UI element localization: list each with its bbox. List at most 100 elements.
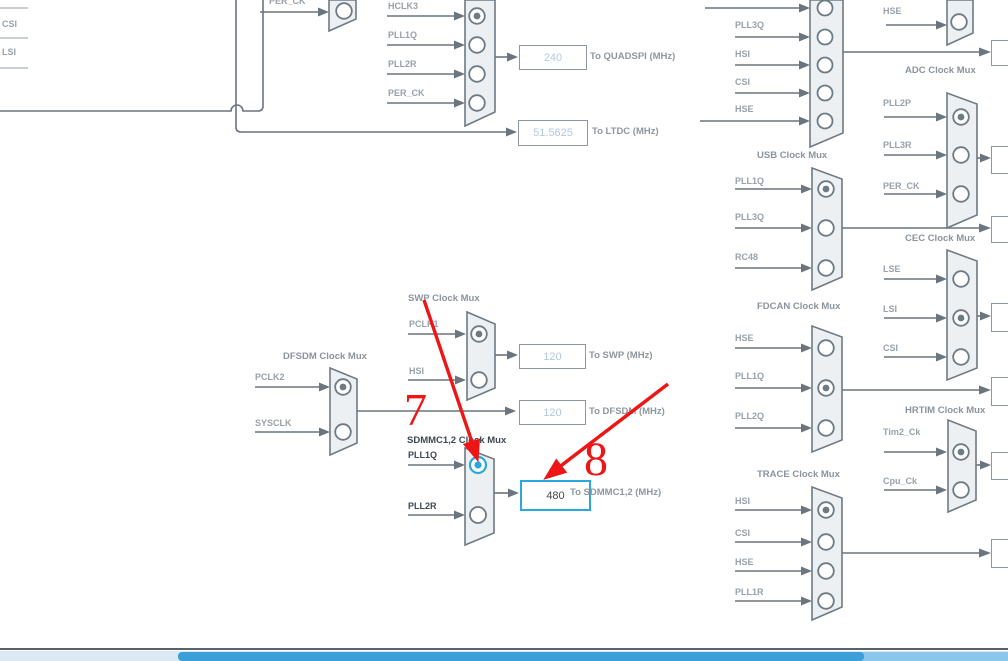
routing-wires: [0, 0, 506, 132]
quadspi-radio-perck[interactable]: [469, 95, 485, 111]
dfsdm-freq-value: 120: [543, 407, 561, 419]
peripheral-radio-hsi[interactable]: [818, 58, 833, 73]
fdcan-radio-pll2q[interactable]: [818, 420, 834, 436]
cec-input-label-lse: LSE: [883, 264, 901, 274]
perck-top-radio[interactable]: [336, 3, 352, 19]
ltdc-freq-input[interactable]: 51.5625: [518, 120, 588, 146]
fdcan-input-label-pll1q: PLL1Q: [735, 371, 764, 381]
peripheral-input-label-pll3q: PLL3Q: [735, 20, 764, 30]
usb-input-label-pll1q: PLL1Q: [735, 176, 764, 186]
quadspi-input-label-hclk3: HCLK3: [388, 1, 418, 11]
trace-radio-hse[interactable]: [818, 563, 834, 579]
trace-input-label-csi: CSI: [735, 528, 750, 538]
sdmmc-radio-pll1q-dot: [474, 461, 481, 468]
peripheral-radio-0[interactable]: [818, 1, 833, 16]
dfsdm-radio-sysclk[interactable]: [335, 424, 351, 440]
quadspi-input-label-perck: PER_CK: [388, 88, 425, 98]
dfsdm-mux-title: DFSDM Clock Mux: [283, 351, 367, 362]
freq-box-partial-2[interactable]: [991, 146, 1008, 174]
cec-radio-lse[interactable]: [953, 271, 969, 287]
dfsdm-input-label-sysclk: SYSCLK: [255, 418, 292, 428]
adc-input-label-pll3r: PLL3R: [883, 140, 912, 150]
sdmmc-freq-value: 480: [546, 490, 564, 502]
sdmmc-input-label-pll2r: PLL2R: [408, 501, 437, 511]
adc-radio-perck[interactable]: [953, 186, 969, 202]
quadspi-freq-value: 240: [544, 52, 562, 64]
swp-input-label-pclk1: PCLK1: [409, 319, 439, 329]
usb-input-label-rc48: RC48: [735, 252, 758, 262]
trace-input-label-pll1r: PLL1R: [735, 587, 764, 597]
usb-mux-title: USB Clock Mux: [757, 150, 827, 161]
usb-radio-pll3q[interactable]: [818, 220, 834, 236]
usb-wires: [735, 189, 979, 268]
usb-input-label-pll3q: PLL3Q: [735, 212, 764, 222]
cec-input-label-lsi: LSI: [883, 304, 897, 314]
sdmmc-input-label-pll1q: PLL1Q: [408, 450, 437, 460]
quadspi-output-label: To QUADSPI (MHz): [590, 51, 675, 62]
peripheral-radio-hse[interactable]: [818, 114, 833, 129]
quadspi-radio-pll2r[interactable]: [469, 66, 485, 82]
fdcan-input-label-hse: HSE: [735, 333, 754, 343]
sdmmc-radio-pll2r[interactable]: [470, 507, 486, 523]
freq-box-partial-3[interactable]: [991, 216, 1008, 243]
quadspi-input-label-pll1q: PLL1Q: [388, 30, 417, 40]
fdcan-radio-hse[interactable]: [818, 340, 834, 356]
horizontal-scrollbar-thumb-light[interactable]: [855, 652, 1008, 661]
statusbar-divider: [0, 648, 1008, 650]
annotation-number-8: 8: [584, 432, 608, 487]
usb-radio-rc48[interactable]: [818, 260, 834, 276]
freq-box-partial-4[interactable]: [991, 303, 1008, 332]
dfsdm-output-label: To DFSDM (MHz): [589, 406, 665, 417]
ltdc-freq-value: 51.5625: [533, 127, 573, 139]
swp-input-label-hsi: HSI: [409, 366, 424, 376]
arrowhead-perck-top: [318, 8, 329, 17]
sdmmc-mux-title: SDMMC1,2 Clock Mux: [407, 435, 506, 446]
left-rail-label-lsi: LSI: [2, 47, 16, 57]
peripheral-input-label-csi: CSI: [735, 77, 750, 87]
arrowhead-ltdc: [506, 128, 517, 137]
peripheral-radio-pll3q[interactable]: [818, 30, 833, 45]
adc-top-radio-hse[interactable]: [951, 14, 967, 30]
dfsdm-freq-input[interactable]: 120: [519, 400, 586, 425]
horizontal-scrollbar-thumb[interactable]: [178, 652, 864, 661]
cec-radio-csi[interactable]: [953, 349, 969, 365]
cec-input-label-csi: CSI: [883, 343, 898, 353]
left-rail-label-csi: CSI: [2, 19, 17, 29]
swp-freq-input[interactable]: 120: [519, 344, 586, 369]
swp-freq-value: 120: [543, 351, 561, 363]
annotation-number-7: 7: [404, 383, 427, 436]
hrtim-input-label-tim2ck: Tim2_Ck: [883, 427, 920, 437]
fdcan-mux-title: FDCAN Clock Mux: [757, 301, 840, 312]
swp-radio-hsi[interactable]: [471, 372, 487, 388]
trace-radio-csi[interactable]: [818, 534, 834, 550]
peripheral-input-label-hse: HSE: [735, 104, 754, 114]
adc-mux-title: ADC Clock Mux: [905, 65, 976, 76]
peripheral-radio-csi[interactable]: [818, 86, 833, 101]
quadspi-input-label-pll2r: PLL2R: [388, 59, 417, 69]
freq-box-partial-5[interactable]: [991, 377, 1008, 406]
adc-top-input-label-hse: HSE: [883, 6, 902, 16]
freq-box-partial-1[interactable]: [991, 40, 1008, 66]
cec-mux-title: CEC Clock Mux: [905, 233, 975, 244]
freq-box-partial-6[interactable]: [991, 452, 1008, 480]
quadspi-radio-pll1q[interactable]: [469, 37, 485, 53]
hrtim-mux-title: HRTIM Clock Mux: [905, 405, 985, 416]
wire-crossover-left: [0, 0, 263, 111]
freq-box-partial-7[interactable]: [991, 539, 1008, 568]
trace-radio-pll1r[interactable]: [818, 593, 834, 609]
hrtim-radio-cpuck[interactable]: [953, 482, 969, 498]
adc-input-label-pll2p: PLL2P: [883, 98, 911, 108]
hrtim-input-label-cpuck: Cpu_Ck: [883, 476, 917, 486]
clock-configuration-canvas: CSI LSI PER_CK HCLK3 PLL1Q PLL2R PER_CK …: [0, 0, 1008, 661]
left-rail-lines: [0, 8, 28, 68]
swp-mux-title: SWP Clock Mux: [408, 293, 480, 304]
peripheral-input-label-hsi: HSI: [735, 49, 750, 59]
perck-top-label: PER_CK: [269, 0, 306, 6]
quadspi-freq-input[interactable]: 240: [519, 45, 587, 70]
adc-radio-pll3r[interactable]: [953, 147, 969, 163]
trace-input-label-hse: HSE: [735, 557, 754, 567]
sdmmc-output-label: To SDMMC1,2 (MHz): [570, 487, 661, 498]
fdcan-wires: [735, 348, 979, 428]
dfsdm-input-label-pclk2: PCLK2: [255, 372, 285, 382]
adc-input-label-perck: PER_CK: [883, 181, 920, 191]
